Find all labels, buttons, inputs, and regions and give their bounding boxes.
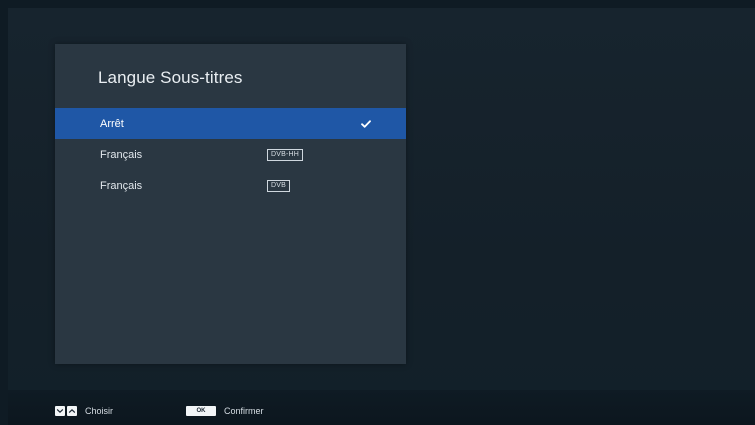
broadcast-tag: DVB-HH [267, 148, 304, 161]
confirm-hint: OK Confirmer [186, 406, 264, 416]
option-french-dvb[interactable]: Français DVB [55, 170, 406, 201]
ok-key-icon: OK [186, 406, 216, 416]
chevron-up-icon [67, 406, 77, 416]
check-icon [361, 119, 371, 128]
subtitle-language-dialog: Langue Sous-titres Arrêt Français DVB-HH… [55, 44, 406, 364]
dialog-title: Langue Sous-titres [98, 68, 243, 87]
option-french-dvb-hh[interactable]: Français DVB-HH [55, 139, 406, 170]
ok-key-label: OK [196, 408, 206, 414]
option-label: Français [100, 179, 143, 192]
option-off[interactable]: Arrêt [55, 108, 406, 139]
footer-hints: Choisir OK Confirmer [0, 401, 755, 425]
subtitle-language-list: Arrêt Français DVB-HH Français DVB [55, 108, 406, 201]
choose-hint: Choisir [55, 406, 113, 416]
nav-keys [55, 406, 77, 416]
option-label: Arrêt [100, 117, 124, 130]
confirm-label: Confirmer [224, 406, 264, 416]
broadcast-tag: DVB [267, 179, 290, 192]
choose-label: Choisir [85, 406, 114, 416]
chevron-down-icon [55, 406, 65, 416]
option-label: Français [100, 148, 143, 161]
